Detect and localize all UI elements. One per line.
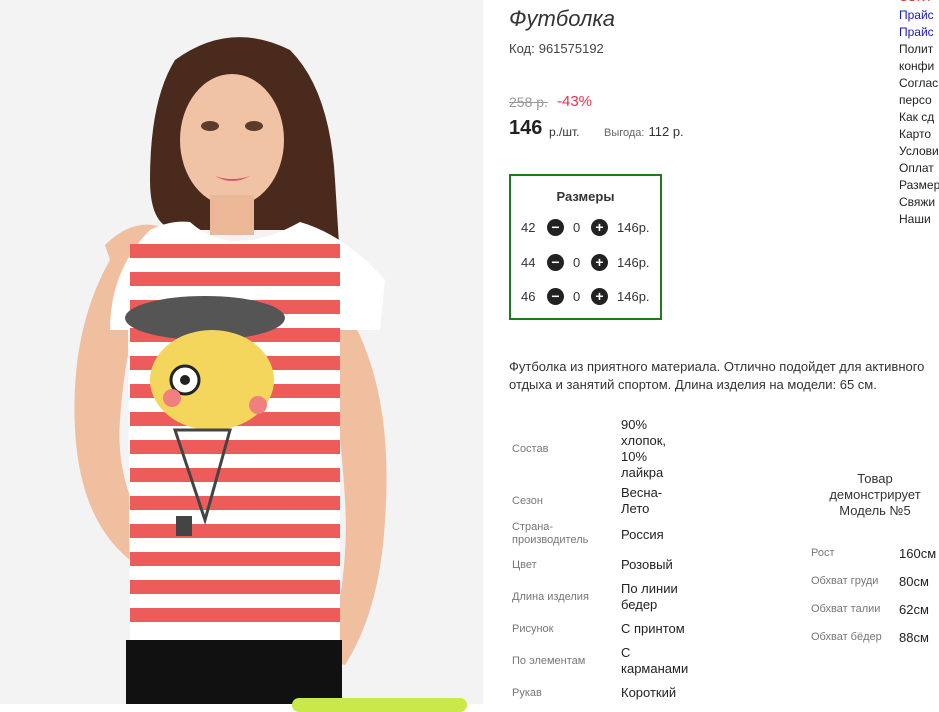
sidebar-link[interactable]: конфи [899, 58, 934, 75]
sidebar-link[interactable]: Наши [899, 211, 931, 228]
size-label: 42 [521, 220, 536, 235]
product-code-label: Код: [509, 41, 535, 56]
size-quantity: 0 [573, 220, 581, 235]
property-value: Розовый [621, 557, 673, 572]
property-value: С принтом [621, 621, 685, 636]
size-quantity: 0 [573, 255, 581, 270]
product-photo[interactable] [0, 0, 483, 704]
sidebar-link[interactable]: Прайс [899, 7, 934, 24]
property-label: Страна-производитель [512, 521, 589, 546]
measurement-value: 80см [899, 574, 929, 589]
minus-circle-icon[interactable]: − [547, 288, 564, 305]
property-value: С карманами [621, 645, 689, 676]
description-line: отдыха и занятий спортом. Длина изделия … [509, 377, 877, 392]
sidebar-link[interactable]: Услови [899, 143, 939, 160]
product-code-value: 961575192 [538, 41, 604, 56]
savings-label: Выгода: [604, 127, 645, 139]
product-description: Футболка из приятного материала. Отлично… [509, 358, 939, 394]
sidebar-link[interactable]: Карто [899, 126, 931, 143]
measurement-label: Рост [811, 547, 835, 559]
property-label: Сезон [512, 495, 543, 507]
savings-value: 112 р. [648, 124, 684, 139]
plus-circle-icon[interactable]: + [591, 219, 608, 236]
sidebar-link[interactable]: персо [899, 92, 932, 109]
size-label: 44 [521, 255, 536, 270]
measurement-value: 62см [899, 602, 929, 617]
sidebar-link[interactable]: Полит [899, 41, 933, 58]
measurement-label: Обхват талии [811, 603, 881, 615]
discount-badge: -43% [557, 93, 593, 110]
property-label: Длина изделия [512, 591, 589, 603]
property-value: 90% хлопок, 10% лайкра [621, 417, 667, 480]
product-photo-illustration [0, 0, 483, 704]
price-unit: р./шт. [549, 125, 580, 139]
old-price: 258 р. [509, 94, 548, 110]
size-row-44: 44 − 0 + 146р. [511, 253, 660, 273]
sidebar-link[interactable]: Свяжи [899, 194, 935, 211]
minus-circle-icon[interactable]: − [547, 219, 564, 236]
size-price: 146р. [617, 255, 650, 270]
model-title: Товар демонстрирует Модель №5 [829, 471, 921, 518]
sidebar-link[interactable]: Прайс [899, 24, 934, 41]
sidebar-link-top[interactable]: СОГЛ [899, 0, 930, 6]
measurement-label: Обхват груди [811, 575, 879, 587]
property-label: Рисунок [512, 623, 554, 635]
promo-pill[interactable] [292, 698, 467, 712]
sidebar-link[interactable]: Размер [899, 177, 939, 194]
property-label: Рукав [512, 687, 542, 699]
description-line: Футболка из приятного материала. Отлично… [509, 359, 925, 374]
measurement-label: Обхват бёдер [811, 631, 882, 643]
property-label: Цвет [512, 559, 537, 571]
sidebar-link[interactable]: Как сд [899, 109, 934, 126]
plus-circle-icon[interactable]: + [591, 288, 608, 305]
size-quantity: 0 [573, 289, 581, 304]
product-title: Футболка [509, 6, 615, 31]
property-value: Короткий [621, 685, 677, 700]
size-row-42: 42 − 0 + 146р. [511, 218, 660, 238]
size-price: 146р. [617, 220, 650, 235]
savings: Выгода: 112 р. [604, 124, 684, 139]
size-row-46: 46 − 0 + 146р. [511, 287, 660, 307]
property-value: Россия [621, 527, 664, 542]
size-label: 46 [521, 289, 536, 304]
measurement-value: 160см [899, 546, 937, 561]
current-price: 146 [509, 117, 543, 139]
property-value: По линии бедер [621, 581, 678, 612]
property-value: Весна-Лето [621, 485, 663, 516]
measurement-value: 88см [899, 630, 929, 645]
plus-circle-icon[interactable]: + [591, 254, 608, 271]
size-price: 146р. [617, 289, 650, 304]
property-label: Состав [512, 443, 549, 455]
sizes-title: Размеры [556, 189, 615, 204]
sidebar-link[interactable]: Соглас [899, 75, 938, 92]
minus-circle-icon[interactable]: − [547, 254, 564, 271]
property-label: По элементам [512, 655, 586, 667]
sizes-box: Размеры 42 − 0 + 146р. 44 − 0 + 146р. 46… [509, 174, 662, 320]
product-code: Код: 961575192 [509, 41, 604, 56]
sidebar-link[interactable]: Оплат [899, 160, 934, 177]
